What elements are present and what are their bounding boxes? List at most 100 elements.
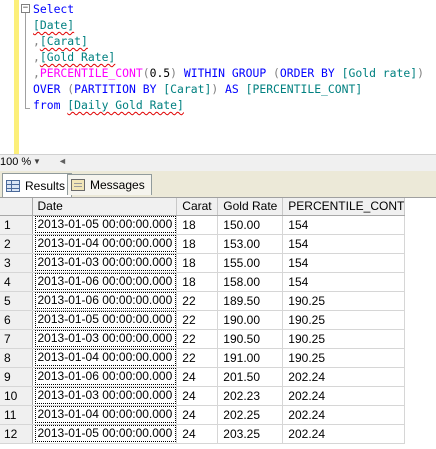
cell-carat[interactable]: 24 (176, 405, 219, 425)
results-grid[interactable]: Date Carat Gold Rate PERCENTILE_CONT 1 20… (0, 198, 436, 449)
cell-gold-rate[interactable]: 190.50 (217, 329, 284, 349)
row-number[interactable]: 8 (0, 348, 33, 368)
table-row[interactable]: 11 2013-01-04 00:00:00.000 24 202.25 202.24 (0, 405, 406, 425)
cell-percentile-cont[interactable]: 154 (282, 272, 406, 292)
row-number[interactable]: 4 (0, 272, 33, 292)
cell-date[interactable]: 2013-01-04 00:00:00.000 (32, 405, 178, 425)
cell-gold-rate[interactable]: 153.00 (217, 234, 284, 254)
column-header-carat[interactable]: Carat (176, 198, 219, 216)
row-number[interactable]: 10 (0, 386, 33, 406)
row-number[interactable]: 6 (0, 310, 33, 330)
row-number[interactable]: 3 (0, 253, 33, 273)
cell-carat[interactable]: 22 (176, 310, 219, 330)
table-row[interactable]: 6 2013-01-05 00:00:00.000 22 190.00 190.25 (0, 310, 406, 330)
cell-carat[interactable]: 22 (176, 348, 219, 368)
cell-date[interactable]: 2013-01-04 00:00:00.000 (32, 234, 178, 254)
cell-gold-rate[interactable]: 202.25 (217, 405, 284, 425)
cell-percentile-cont[interactable]: 202.24 (282, 386, 406, 406)
cell-date[interactable]: 2013-01-03 00:00:00.000 (32, 329, 178, 349)
cell-carat[interactable]: 24 (176, 386, 219, 406)
table-row[interactable]: 5 2013-01-06 00:00:00.000 22 189.50 190.25 (0, 291, 406, 311)
cell-date[interactable]: 2013-01-03 00:00:00.000 (32, 386, 178, 406)
table-row[interactable]: 4 2013-01-06 00:00:00.000 18 158.00 154 (0, 272, 406, 292)
cell-gold-rate[interactable]: 150.00 (217, 215, 284, 235)
cell-carat[interactable]: 18 (176, 272, 219, 292)
cell-date-text: 2013-01-03 00:00:00.000 (34, 330, 176, 347)
cell-percentile-cont[interactable]: 202.24 (282, 367, 406, 387)
cell-carat[interactable]: 18 (176, 253, 219, 273)
table-row[interactable]: 10 2013-01-03 00:00:00.000 24 202.23 202.24 (0, 386, 406, 406)
code-token: AS (225, 82, 239, 96)
table-row[interactable]: 1 2013-01-05 00:00:00.000 18 150.00 154 (0, 215, 406, 235)
table-row[interactable]: 3 2013-01-03 00:00:00.000 18 155.00 154 (0, 253, 406, 273)
column-header-percentile-cont[interactable]: PERCENTILE_CONT (282, 198, 406, 216)
cell-date[interactable]: 2013-01-03 00:00:00.000 (32, 253, 178, 273)
cell-carat[interactable]: 18 (176, 234, 219, 254)
sql-code[interactable]: Select [Date] ,[Carat] ,[Gold Rate] ,PERCENT… (33, 1, 424, 113)
cell-carat[interactable]: 22 (176, 329, 219, 349)
cell-carat[interactable]: 24 (176, 424, 219, 444)
row-number[interactable]: 7 (0, 329, 33, 349)
cell-date[interactable]: 2013-01-04 00:00:00.000 (32, 348, 178, 368)
cell-gold-rate[interactable]: 189.50 (217, 291, 284, 311)
code-token: [PERCENTILE_CONT] (238, 82, 363, 96)
grid-corner[interactable] (0, 198, 33, 216)
cell-date[interactable]: 2013-01-05 00:00:00.000 (32, 424, 178, 444)
cell-percentile-cont[interactable]: 154 (282, 234, 406, 254)
tab-messages-label: Messages (90, 178, 145, 192)
cell-gold-rate[interactable]: 155.00 (217, 253, 284, 273)
cell-gold-rate[interactable]: 158.00 (217, 272, 284, 292)
cell-date[interactable]: 2013-01-06 00:00:00.000 (32, 272, 178, 292)
cell-carat[interactable]: 24 (176, 367, 219, 387)
cell-gold-rate[interactable]: 191.00 (217, 348, 284, 368)
result-tabs: Results Messages (0, 171, 436, 198)
tab-results[interactable]: Results (2, 173, 73, 197)
cell-percentile-cont[interactable]: 190.25 (282, 329, 406, 349)
table-row[interactable]: 7 2013-01-03 00:00:00.000 22 190.50 190.25 (0, 329, 406, 349)
cell-gold-rate[interactable]: 202.23 (217, 386, 284, 406)
cell-gold-rate[interactable]: 190.00 (217, 310, 284, 330)
cell-date-text: 2013-01-06 00:00:00.000 (34, 273, 176, 290)
tab-results-label: Results (25, 178, 66, 193)
code-line: ,[Carat] (33, 33, 424, 49)
cell-carat[interactable]: 18 (176, 215, 219, 235)
table-row[interactable]: 12 2013-01-05 00:00:00.000 24 203.25 202.24 (0, 424, 406, 444)
cell-percentile-cont[interactable]: 202.24 (282, 405, 406, 425)
row-number[interactable]: 1 (0, 215, 33, 235)
cell-gold-rate[interactable]: 203.25 (217, 424, 284, 444)
tab-messages[interactable]: Messages (67, 174, 152, 195)
table-row[interactable]: 2 2013-01-04 00:00:00.000 18 153.00 154 (0, 234, 406, 254)
column-header-date[interactable]: Date (32, 198, 178, 216)
messages-icon (71, 179, 85, 191)
code-token: Select (33, 2, 75, 16)
cell-percentile-cont[interactable]: 190.25 (282, 310, 406, 330)
collapse-icon[interactable]: − (21, 4, 30, 13)
cell-date[interactable]: 2013-01-06 00:00:00.000 (32, 367, 178, 387)
code-line: from [Daily Gold Rate] (33, 97, 424, 113)
row-number[interactable]: 12 (0, 424, 33, 444)
column-header-gold-rate[interactable]: Gold Rate (217, 198, 284, 216)
cell-percentile-cont[interactable]: 202.24 (282, 424, 406, 444)
cell-gold-rate[interactable]: 201.50 (217, 367, 284, 387)
scroll-left-icon[interactable]: ◄ (58, 156, 67, 166)
row-number[interactable]: 11 (0, 405, 33, 425)
chevron-down-icon[interactable]: ▼ (33, 157, 41, 166)
cell-percentile-cont[interactable]: 154 (282, 253, 406, 273)
code-line: Select (33, 1, 424, 17)
row-number[interactable]: 2 (0, 234, 33, 254)
cell-date[interactable]: 2013-01-06 00:00:00.000 (32, 291, 178, 311)
cell-percentile-cont[interactable]: 190.25 (282, 291, 406, 311)
code-token: [Carat] (39, 34, 88, 48)
table-row[interactable]: 9 2013-01-06 00:00:00.000 24 201.50 202.24 (0, 367, 406, 387)
table-row[interactable]: 8 2013-01-04 00:00:00.000 22 191.00 190.25 (0, 348, 406, 368)
row-number[interactable]: 9 (0, 367, 33, 387)
sql-editor[interactable]: − Select [Date] ,[Carat] ,[Gold Rate] ,PERCE… (0, 0, 436, 154)
cell-date[interactable]: 2013-01-05 00:00:00.000 (32, 215, 178, 235)
row-number[interactable]: 5 (0, 291, 33, 311)
cell-date[interactable]: 2013-01-05 00:00:00.000 (32, 310, 178, 330)
cell-percentile-cont[interactable]: 154 (282, 215, 406, 235)
cell-carat[interactable]: 22 (176, 291, 219, 311)
zoom-level[interactable]: 100 % (0, 156, 31, 168)
code-token: , (33, 34, 40, 48)
cell-percentile-cont[interactable]: 190.25 (282, 348, 406, 368)
